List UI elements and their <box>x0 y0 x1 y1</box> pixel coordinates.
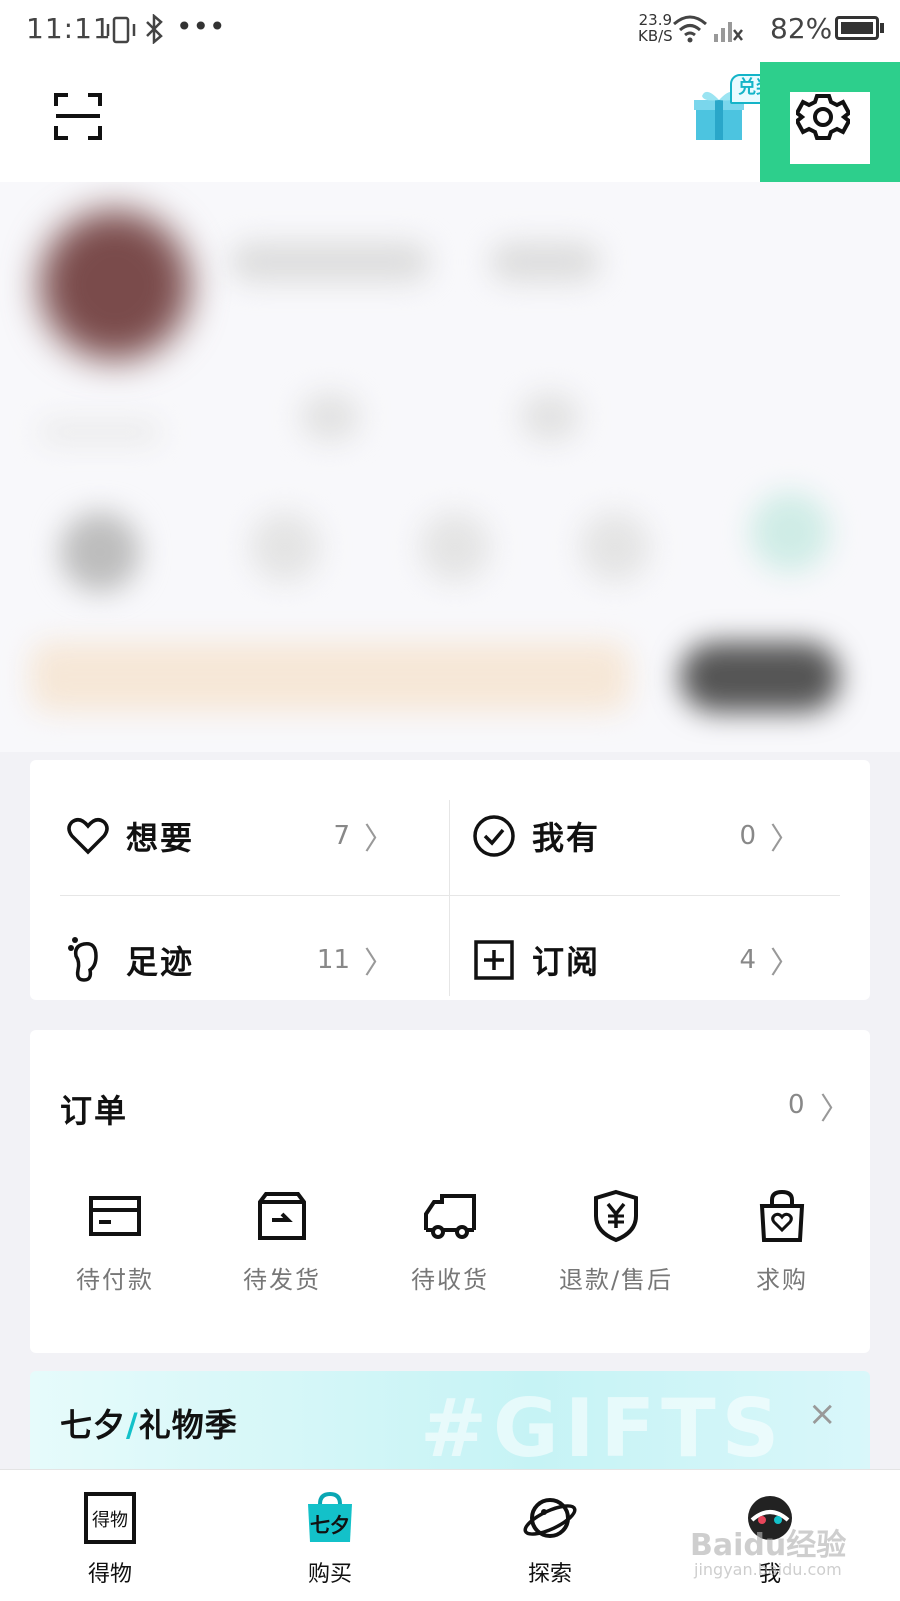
tab-label: 购买 <box>307 1562 352 1587</box>
quick-have-label: 我有 <box>532 819 601 857</box>
card-icon <box>89 1196 141 1236</box>
check-circle-icon <box>473 815 515 857</box>
chevron-right-icon: 〉 <box>364 822 394 857</box>
bluetooth-icon <box>146 14 163 44</box>
settings-highlight-box <box>760 62 900 194</box>
watermark-url: jingyan.baidu.com <box>694 1560 842 1579</box>
order-pending-receipt[interactable]: 待收货 <box>380 1188 520 1295</box>
quick-want-label: 想要 <box>126 819 195 857</box>
box-icon <box>258 1192 306 1240</box>
quick-have-count: 0 <box>739 821 756 851</box>
order-pending-shipment[interactable]: 待发货 <box>212 1188 352 1295</box>
banner-title-part2: 礼物季 <box>138 1406 238 1444</box>
chevron-right-icon: 〉 <box>364 946 394 981</box>
chevron-right-icon: 〉 <box>770 822 800 857</box>
heart-icon <box>67 818 109 855</box>
chevron-right-icon: 〉 <box>770 946 800 981</box>
chevron-right-icon[interactable]: 〉 <box>820 1084 850 1128</box>
quick-footprint-label: 足迹 <box>126 943 195 981</box>
order-label: 待付款 <box>76 1266 154 1294</box>
order-label: 待收货 <box>411 1266 489 1294</box>
banner-background-text: #GIFTS <box>420 1382 786 1475</box>
banner-title-part1: 七夕 <box>60 1406 127 1444</box>
order-wanted[interactable]: 求购 <box>712 1188 852 1295</box>
quick-have[interactable]: 我有 0 〉 <box>472 776 826 896</box>
battery-percent: 82% <box>770 12 833 45</box>
svg-text:得物: 得物 <box>92 1510 128 1531</box>
dewu-logo-icon: 得物 <box>84 1492 136 1544</box>
tab-explore[interactable]: 探索 <box>490 1490 610 1588</box>
scan-icon[interactable] <box>54 92 102 140</box>
net-speed-unit: KB/S <box>638 27 673 45</box>
quick-subscribe[interactable]: 订阅 4 〉 <box>472 900 826 1020</box>
bag-heart-icon <box>759 1189 805 1242</box>
orders-count[interactable]: 0 <box>788 1090 805 1120</box>
status-time: 11:11 <box>26 12 112 45</box>
order-label: 求购 <box>756 1266 808 1294</box>
tab-buy[interactable]: 七夕 购买 <box>270 1490 390 1588</box>
shopping-bag-icon: 七夕 <box>308 1491 352 1542</box>
battery-icon <box>835 16 879 40</box>
order-refund[interactable]: 退款/售后 <box>546 1188 686 1295</box>
order-label: 退款/售后 <box>558 1266 674 1294</box>
footprint-icon <box>68 937 98 982</box>
quick-footprint[interactable]: 足迹 11 〉 <box>66 900 420 1020</box>
banner-title[interactable]: 七夕/礼物季 <box>60 1400 238 1446</box>
svg-text:七夕: 七夕 <box>310 1513 350 1537</box>
orders-title[interactable]: 订单 <box>60 1086 128 1132</box>
wifi-icon <box>673 15 707 43</box>
quick-subscribe-count: 4 <box>739 945 756 975</box>
signal-icon <box>714 22 743 42</box>
quick-footprint-count: 11 <box>316 945 350 975</box>
planet-icon <box>523 1498 577 1538</box>
tab-label: 得物 <box>87 1562 132 1587</box>
watermark: Baidu经验 <box>690 1528 847 1563</box>
quick-subscribe-label: 订阅 <box>532 943 601 981</box>
tab-dewu[interactable]: 得物 得物 <box>50 1490 170 1588</box>
blurred-profile-area <box>0 182 900 752</box>
close-icon[interactable]: × <box>808 1394 837 1434</box>
order-pending-payment[interactable]: 待付款 <box>45 1188 185 1295</box>
card-divider-vertical <box>449 800 450 996</box>
more-dots-icon: ••• <box>176 10 226 43</box>
order-label: 待发货 <box>243 1266 321 1294</box>
banner-slash: / <box>126 1406 139 1444</box>
shield-yen-icon <box>594 1189 638 1243</box>
truck-icon <box>424 1194 476 1239</box>
plus-square-icon <box>474 940 514 980</box>
vibrate-icon <box>106 16 136 44</box>
net-speed: 23.9 KB/S <box>638 12 673 44</box>
quick-want[interactable]: 想要 7 〉 <box>66 776 420 896</box>
net-speed-value: 23.9 <box>638 11 673 29</box>
quick-want-count: 7 <box>333 821 350 851</box>
battery-tip <box>880 23 884 33</box>
tab-label: 探索 <box>527 1562 572 1587</box>
